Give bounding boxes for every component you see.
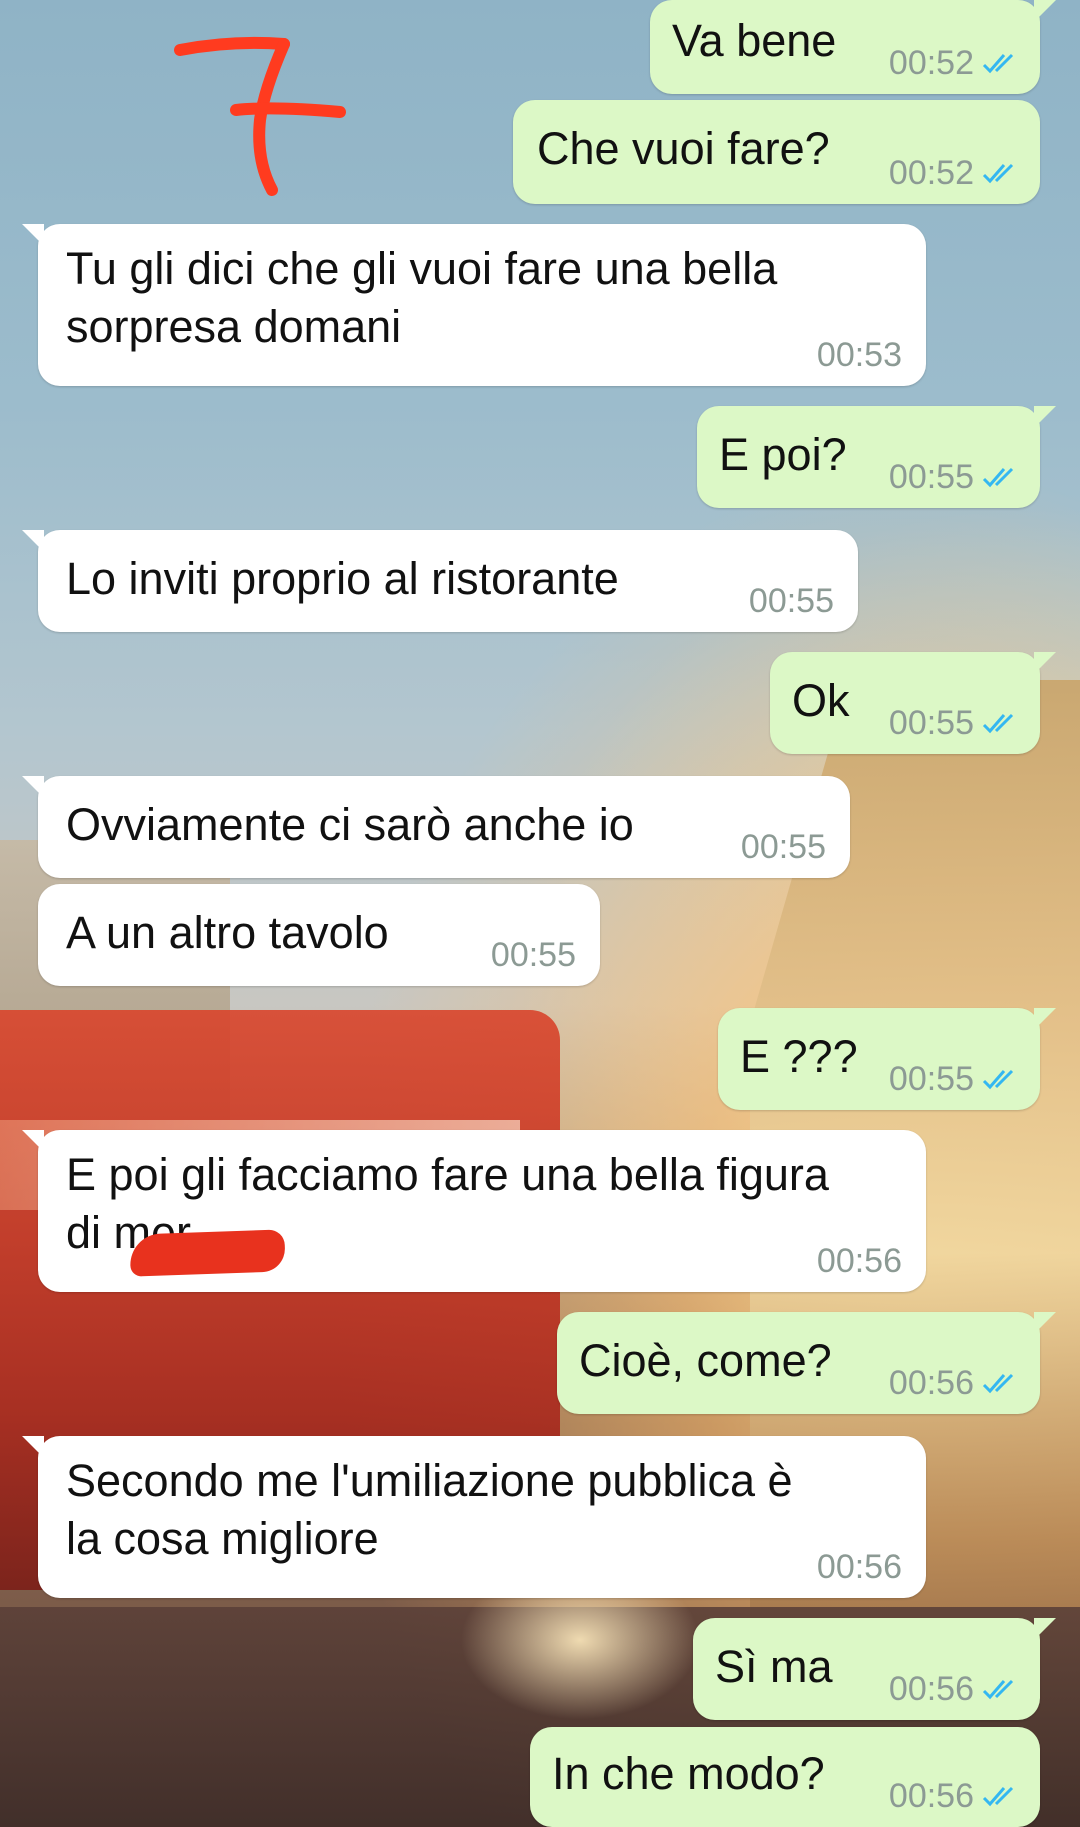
double-check-icon bbox=[982, 1786, 1014, 1807]
message-text: Secondo me l'umiliazione pubblica è la c… bbox=[66, 1455, 793, 1564]
message-time: 00:52 bbox=[888, 154, 974, 192]
message-bubble-incoming[interactable]: Secondo me l'umiliazione pubblica è la c… bbox=[22, 1436, 926, 1598]
message-meta: 00:52 bbox=[889, 156, 1022, 190]
message-bubble-outgoing[interactable]: Va bene 00:52 bbox=[650, 0, 1056, 94]
message-meta: 00:53 bbox=[817, 338, 902, 372]
message-text: Lo inviti proprio al ristorante bbox=[66, 553, 619, 604]
message-time: 00:55 bbox=[888, 458, 974, 496]
message-bubble-outgoing[interactable]: Cioè, come? 00:56 bbox=[557, 1312, 1056, 1414]
message-text: Ok bbox=[792, 675, 850, 726]
message-time: 00:55 bbox=[740, 828, 826, 866]
message-meta: 00:52 bbox=[889, 46, 1022, 80]
message-text: Che vuoi fare? bbox=[537, 123, 830, 174]
message-text: E poi? bbox=[719, 429, 847, 480]
message-time: 00:55 bbox=[888, 1060, 974, 1098]
message-time: 00:55 bbox=[888, 704, 974, 742]
message-text: Cioè, come? bbox=[579, 1335, 832, 1386]
message-meta: 00:55 bbox=[741, 830, 826, 864]
message-meta: 00:55 bbox=[491, 938, 576, 972]
message-time: 00:56 bbox=[816, 1242, 902, 1280]
message-time: 00:56 bbox=[888, 1777, 974, 1815]
message-time: 00:52 bbox=[888, 44, 974, 82]
message-meta: 00:56 bbox=[889, 1672, 1022, 1706]
red-scribble-redaction bbox=[129, 1229, 286, 1277]
double-check-icon bbox=[982, 1069, 1014, 1090]
handwritten-seven-annotation bbox=[174, 36, 346, 196]
message-meta: 00:56 bbox=[817, 1244, 902, 1278]
message-meta: 00:55 bbox=[889, 1062, 1022, 1096]
double-check-icon bbox=[982, 713, 1014, 734]
message-text: A un altro tavolo bbox=[66, 907, 389, 958]
message-bubble-outgoing[interactable]: In che modo? 00:56 bbox=[530, 1727, 1040, 1827]
message-time: 00:55 bbox=[490, 936, 576, 974]
message-text: Ovviamente ci sarò anche io bbox=[66, 799, 634, 850]
message-text: Va bene bbox=[672, 15, 837, 66]
message-bubble-outgoing[interactable]: Ok 00:55 bbox=[770, 652, 1056, 754]
message-meta: 00:55 bbox=[889, 706, 1022, 740]
message-bubble-incoming[interactable]: Tu gli dici che gli vuoi fare una bella … bbox=[22, 224, 926, 386]
message-time: 00:53 bbox=[816, 336, 902, 374]
message-bubble-incoming[interactable]: Lo inviti proprio al ristorante 00:55 bbox=[22, 530, 858, 632]
message-bubble-outgoing[interactable]: E poi? 00:55 bbox=[697, 406, 1056, 508]
message-bubble-incoming[interactable]: Ovviamente ci sarò anche io 00:55 bbox=[22, 776, 850, 878]
message-text: E ??? bbox=[740, 1031, 858, 1082]
message-time: 00:55 bbox=[748, 582, 834, 620]
message-time: 00:56 bbox=[816, 1548, 902, 1586]
double-check-icon bbox=[982, 163, 1014, 184]
double-check-icon bbox=[982, 1679, 1014, 1700]
message-meta: 00:56 bbox=[889, 1779, 1022, 1813]
double-check-icon bbox=[982, 467, 1014, 488]
message-time: 00:56 bbox=[888, 1670, 974, 1708]
message-bubble-outgoing[interactable]: E ??? 00:55 bbox=[718, 1008, 1056, 1110]
double-check-icon bbox=[982, 53, 1014, 74]
message-time: 00:56 bbox=[888, 1364, 974, 1402]
message-bubble-incoming[interactable]: A un altro tavolo 00:55 bbox=[38, 884, 600, 986]
message-meta: 00:56 bbox=[889, 1366, 1022, 1400]
message-text: In che modo? bbox=[552, 1748, 825, 1799]
message-meta: 00:55 bbox=[749, 584, 834, 618]
message-bubble-outgoing[interactable]: Sì ma 00:56 bbox=[693, 1618, 1056, 1720]
message-meta: 00:55 bbox=[889, 460, 1022, 494]
message-text: Sì ma bbox=[715, 1641, 833, 1692]
message-meta: 00:56 bbox=[817, 1550, 902, 1584]
message-text: Tu gli dici che gli vuoi fare una bella … bbox=[66, 243, 778, 352]
message-bubble-outgoing[interactable]: Che vuoi fare? 00:52 bbox=[513, 100, 1040, 204]
double-check-icon bbox=[982, 1373, 1014, 1394]
